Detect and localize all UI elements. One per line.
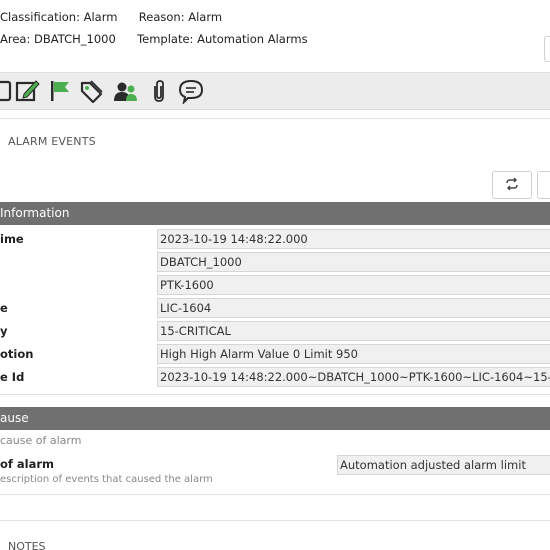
area-label: Area: [0, 32, 31, 46]
cause-subtitle: cause of alarm [0, 434, 82, 447]
field-label-unique-id: e Id [0, 370, 25, 384]
secondary-action-button[interactable] [537, 171, 550, 199]
field-value-source: LIC-1604 [157, 298, 550, 318]
template-value: Automation Alarms [197, 32, 308, 46]
alarm-events-title: ALARM EVENTS [8, 135, 96, 148]
field-value-area: DBATCH_1000 [157, 252, 550, 272]
notes-divider [0, 520, 550, 521]
field-label-source: e [0, 301, 8, 315]
section-divider [0, 118, 550, 119]
reason-value: Alarm [188, 10, 223, 24]
refresh-icon [505, 177, 519, 193]
field-value-time: 2023-10-19 14:48:22.000 [157, 229, 550, 249]
field-value-unit: PTK-1600 [157, 275, 550, 295]
cause-bar-title: ause [0, 411, 29, 425]
cause-field-value: Automation adjusted alarm limit [337, 455, 550, 475]
reason-label: Reason: [138, 10, 185, 24]
information-divider [0, 394, 550, 395]
flag-icon[interactable] [47, 78, 73, 104]
tag-icon[interactable] [78, 78, 104, 104]
template-label: Template: [137, 32, 194, 46]
information-bar-title: Information [0, 206, 70, 220]
cause-divider [0, 494, 550, 495]
field-value-priority: 15-CRITICAL [157, 321, 550, 341]
field-label-priority: y [0, 324, 8, 338]
area-value: DBATCH_1000 [34, 32, 116, 46]
cause-field-help: escription of events that caused the ala… [0, 474, 213, 485]
cause-field-label: of alarm [0, 457, 55, 471]
field-value-description: High High Alarm Value 0 Limit 950 [157, 344, 550, 364]
classification-value: Alarm [83, 10, 118, 24]
template-field: Template: Automation Alarms [137, 30, 307, 48]
field-label-description: otion [0, 347, 34, 361]
reason-field: Reason: Alarm [139, 8, 222, 26]
attachment-icon[interactable] [146, 78, 172, 104]
information-bar: Information [0, 202, 550, 225]
classification-field: Classification: Alarm [0, 8, 117, 26]
area-field: Area: DBATCH_1000 [0, 30, 116, 48]
header-action-button[interactable] [544, 36, 550, 62]
notes-title: NOTES [8, 540, 46, 550]
header-row-2: Area: DBATCH_1000 Template: Automation A… [0, 30, 308, 48]
header-row-1: Classification: Alarm Reason: Alarm [0, 8, 222, 26]
field-label-time: ime [0, 232, 24, 246]
comment-icon[interactable] [178, 78, 204, 104]
toolbar [0, 72, 550, 110]
cause-bar: ause [0, 407, 550, 430]
field-value-unique-id: 2023-10-19 14:48:22.000~DBATCH_1000~PTK-… [157, 367, 550, 387]
edit-icon[interactable] [14, 78, 40, 104]
refresh-button[interactable] [492, 171, 532, 199]
classification-label: Classification: [0, 10, 80, 24]
users-icon[interactable] [112, 78, 138, 104]
